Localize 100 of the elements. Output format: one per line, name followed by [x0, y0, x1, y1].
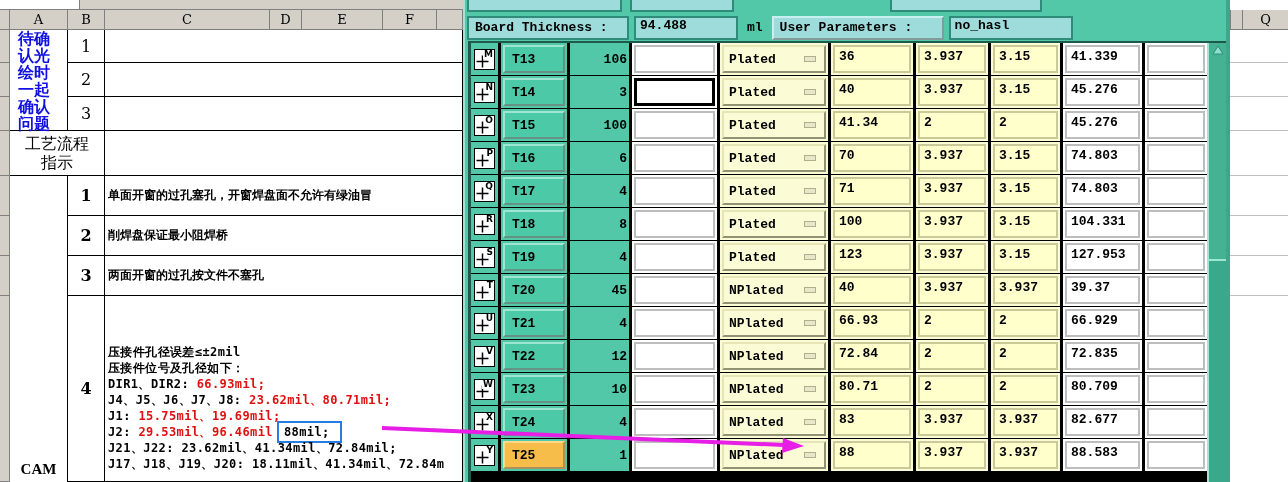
expand-button[interactable]: R — [474, 213, 495, 235]
parameters-field[interactable]: no_hasl — [948, 15, 1073, 40]
text-field[interactable] — [1147, 78, 1205, 106]
size-field[interactable]: 36 — [833, 45, 911, 73]
text-field[interactable] — [634, 375, 715, 403]
type-dropdown[interactable]: Plated — [722, 177, 826, 205]
size-field[interactable]: 2 — [918, 342, 986, 370]
text-field[interactable] — [1147, 45, 1205, 73]
size-field[interactable]: 41.339 — [1065, 45, 1140, 73]
tool-button[interactable]: T25 — [503, 441, 565, 469]
size-field[interactable]: 74.803 — [1065, 177, 1140, 205]
type-dropdown[interactable]: Plated — [722, 45, 826, 73]
size-field[interactable]: 3.937 — [993, 441, 1058, 469]
size-field[interactable]: 3.15 — [993, 210, 1058, 238]
size-field[interactable]: 66.929 — [1065, 309, 1140, 337]
tool-button[interactable]: T13 — [503, 45, 565, 73]
type-dropdown[interactable]: NPlated — [722, 375, 826, 403]
text-field[interactable] — [634, 243, 715, 271]
type-dropdown[interactable]: NPlated — [722, 342, 826, 370]
text-field[interactable] — [1147, 276, 1205, 304]
text-field[interactable] — [1147, 144, 1205, 172]
size-field[interactable]: 2 — [993, 375, 1058, 403]
text-field[interactable] — [634, 276, 715, 304]
size-field[interactable]: 40 — [833, 276, 911, 304]
text-field[interactable] — [1147, 177, 1205, 205]
tool-button[interactable]: T16 — [503, 144, 565, 172]
size-field[interactable]: 104.331 — [1065, 210, 1140, 238]
expand-button[interactable]: W — [474, 378, 495, 400]
text-field[interactable] — [634, 441, 715, 469]
type-dropdown[interactable]: Plated — [722, 144, 826, 172]
text-field[interactable] — [634, 111, 715, 139]
size-field[interactable]: 2 — [918, 375, 986, 403]
type-dropdown[interactable]: Plated — [722, 243, 826, 271]
tool-button[interactable]: T15 — [503, 111, 565, 139]
thickness-field[interactable]: 94.488 — [634, 15, 738, 40]
size-field[interactable]: 3.15 — [993, 144, 1058, 172]
expand-button[interactable]: P — [474, 147, 495, 169]
text-field[interactable] — [634, 45, 715, 73]
size-field[interactable]: 88 — [833, 441, 911, 469]
text-field[interactable] — [1147, 309, 1205, 337]
size-field[interactable]: 72.84 — [833, 342, 911, 370]
tool-button[interactable]: T23 — [503, 375, 565, 403]
expand-button[interactable]: T — [474, 279, 495, 301]
type-dropdown[interactable]: NPlated — [722, 276, 826, 304]
size-field[interactable]: 3.15 — [993, 45, 1058, 73]
text-field[interactable] — [634, 177, 715, 205]
tool-button[interactable]: T14 — [503, 78, 565, 106]
size-field[interactable]: 74.803 — [1065, 144, 1140, 172]
size-field[interactable]: 127.953 — [1065, 243, 1140, 271]
text-field[interactable] — [634, 78, 715, 106]
size-field[interactable]: 80.71 — [833, 375, 911, 403]
size-field[interactable]: 80.709 — [1065, 375, 1140, 403]
tool-button[interactable]: T21 — [503, 309, 565, 337]
button[interactable] — [890, 0, 1042, 12]
type-dropdown[interactable]: Plated — [722, 78, 826, 106]
text-field[interactable] — [634, 144, 715, 172]
expand-button[interactable]: M — [474, 48, 495, 70]
text-field[interactable] — [1147, 111, 1205, 139]
expand-button[interactable]: Q — [474, 180, 495, 202]
type-dropdown[interactable]: NPlated — [722, 408, 826, 436]
size-field[interactable]: 66.93 — [833, 309, 911, 337]
size-field[interactable]: 3.937 — [918, 177, 986, 205]
expand-button[interactable]: S — [474, 246, 495, 268]
text-field[interactable] — [1147, 408, 1205, 436]
type-dropdown[interactable]: NPlated — [722, 309, 826, 337]
tool-button[interactable]: T19 — [503, 243, 565, 271]
expand-button[interactable]: N — [474, 81, 495, 103]
tool-button[interactable]: T18 — [503, 210, 565, 238]
size-field[interactable]: 3.937 — [918, 144, 986, 172]
size-field[interactable]: 2 — [918, 309, 986, 337]
size-field[interactable]: 3.937 — [918, 441, 986, 469]
size-field[interactable]: 72.835 — [1065, 342, 1140, 370]
size-field[interactable]: 100 — [833, 210, 911, 238]
text-field[interactable] — [634, 342, 715, 370]
size-field[interactable]: 3.937 — [993, 276, 1058, 304]
text-field[interactable] — [1147, 342, 1205, 370]
name-box[interactable] — [0, 0, 80, 9]
size-field[interactable]: 82.677 — [1065, 408, 1140, 436]
size-field[interactable]: 39.37 — [1065, 276, 1140, 304]
scrollbar[interactable] — [1207, 43, 1226, 482]
expand-button[interactable]: X — [474, 411, 495, 433]
expand-button[interactable]: V — [474, 345, 495, 367]
size-field[interactable]: 3.937 — [918, 45, 986, 73]
size-field[interactable]: 83 — [833, 408, 911, 436]
text-field[interactable] — [634, 210, 715, 238]
text-field[interactable] — [634, 408, 715, 436]
size-field[interactable]: 3.15 — [993, 177, 1058, 205]
size-field[interactable]: 2 — [993, 342, 1058, 370]
size-field[interactable]: 45.276 — [1065, 78, 1140, 106]
size-field[interactable]: 71 — [833, 177, 911, 205]
size-field[interactable]: 40 — [833, 78, 911, 106]
type-dropdown[interactable]: Plated — [722, 210, 826, 238]
dropdown[interactable] — [467, 0, 622, 12]
user-parameters-button[interactable]: User Parameters : — [771, 15, 944, 40]
size-field[interactable]: 3.15 — [993, 78, 1058, 106]
size-field[interactable]: 88.583 — [1065, 441, 1140, 469]
size-field[interactable]: 3.937 — [918, 408, 986, 436]
size-field[interactable]: 70 — [833, 144, 911, 172]
text-field[interactable] — [1147, 243, 1205, 271]
text-field[interactable] — [1147, 441, 1205, 469]
